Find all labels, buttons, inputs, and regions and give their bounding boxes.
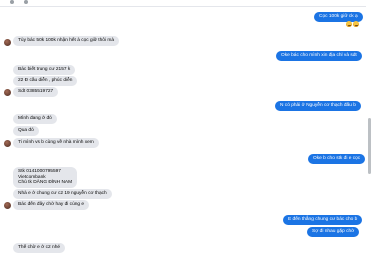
message-line: Chủ tk DĂNG ĐÌNH NAM [18, 180, 73, 185]
message-incoming[interactable]: Mình đang ở đó [13, 114, 57, 124]
laughing-emoji-icon [353, 21, 359, 27]
message-outgoing[interactable]: Sợ đi nhau gặp chờ [307, 227, 360, 237]
message-incoming[interactable]: Ti mình vs b cùng về nhà mình xem [13, 138, 99, 148]
message-outgoing[interactable]: Oke b cho stk đi e cọc [308, 154, 366, 164]
message-incoming[interactable]: Sdt 0385519727 [13, 87, 59, 97]
avatar[interactable] [4, 140, 11, 147]
avatar[interactable] [4, 39, 11, 46]
scrollbar-thumb[interactable] [368, 118, 371, 174]
message-incoming[interactable]: Qua đó [13, 126, 39, 136]
message-incoming[interactable]: Bác đến đây chờ hay đi cùng e [13, 200, 90, 210]
message-outgoing[interactable]: Oke bác cho mình xin địa chỉ và sdt [276, 51, 362, 61]
message-outgoing[interactable]: E đến thẳng chung cư bác cho b [283, 215, 363, 225]
message-incoming[interactable]: Stk 0141000795597 Vietcombank Chủ tk DĂN… [13, 167, 78, 188]
message-incoming[interactable]: Bác biết trung cư 2157 k [13, 65, 76, 75]
message-incoming[interactable]: Nhà e ở chung cư c2 19 nguyễn cơ thạch [13, 189, 112, 199]
message-incoming[interactable]: Tùy bác 50k 100k nhận hết à cọc giữ thôi… [13, 36, 120, 46]
avatar[interactable] [4, 89, 11, 96]
avatar[interactable] [4, 202, 11, 209]
laughing-emoji-icon [346, 21, 352, 27]
message-incoming[interactable]: Thế chờ e ở c2 nhé [13, 243, 66, 253]
message-outgoing[interactable]: N có phải ở Nguyễn cơ thạch đấu b [275, 101, 361, 111]
message-list: Cọc 100k giữ ck ạ Tùy bác 50k 100k nhận … [0, 0, 366, 257]
message-incoming[interactable]: 22 Đ cầu diễn , phúc diễn [13, 76, 78, 86]
